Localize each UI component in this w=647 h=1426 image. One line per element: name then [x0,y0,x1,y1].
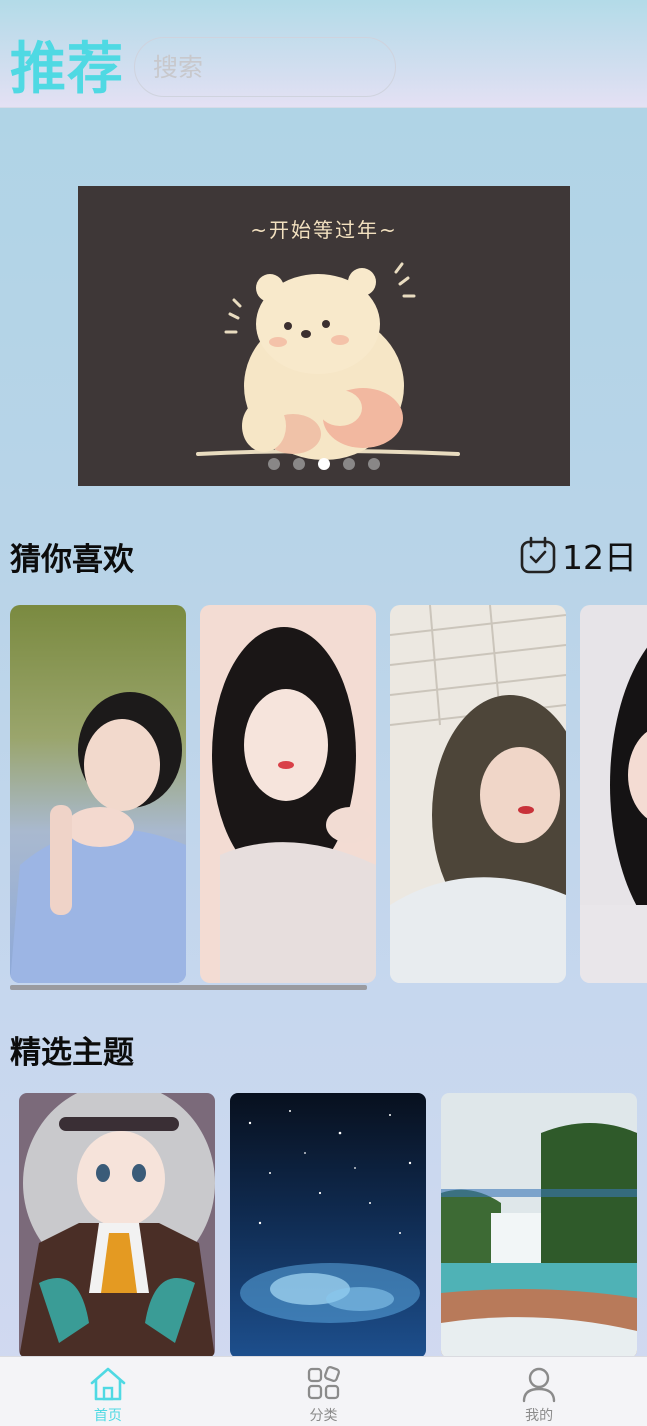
theme-card-anime[interactable] [19,1093,215,1358]
photo-image [580,605,647,983]
search-box[interactable] [134,37,396,97]
banner-carousel[interactable]: ~开始等过年~ [78,186,570,486]
tab-label-home: 首页 [93,1408,122,1424]
photo-image [10,605,186,983]
carousel-dot-3[interactable] [318,458,330,470]
carousel-dot-1[interactable] [268,458,280,470]
carousel-indicator [78,458,570,470]
photo-card[interactable] [390,605,566,983]
carousel-dot-4[interactable] [343,458,355,470]
theme-card-starry-sky[interactable] [230,1093,426,1358]
tab-label-profile: 我的 [525,1408,554,1424]
theme-card-waterfall[interactable] [441,1093,637,1358]
section-title-themes: 精选主题 [10,1035,134,1071]
user-profile-icon [522,1367,556,1403]
category-grid-icon [307,1366,340,1400]
daily-date[interactable]: 12日 [520,534,637,577]
photo-image [390,605,566,983]
theme-image [230,1093,426,1358]
photo-card[interactable] [10,605,186,983]
top-header: 推荐 [0,0,647,108]
carousel-dot-5[interactable] [368,458,380,470]
theme-image [441,1093,637,1358]
tab-label-category: 分类 [309,1408,338,1424]
calendar-check-icon [520,536,556,574]
home-icon [90,1367,126,1401]
tab-category[interactable]: 分类 [216,1357,432,1426]
date-text: 12日 [562,538,637,577]
guess-carousel[interactable] [10,604,647,984]
bottom-tab-bar: 首页 分类 我的 [0,1356,647,1426]
search-input[interactable] [153,38,378,96]
photo-card[interactable] [580,605,647,983]
section-title-guess: 猜你喜欢 [10,542,134,578]
carousel-dot-2[interactable] [293,458,305,470]
tab-home[interactable]: 首页 [0,1357,216,1426]
horizontal-scrollbar[interactable] [10,985,367,990]
photo-image [200,605,376,983]
photo-card[interactable] [200,605,376,983]
theme-image [19,1093,215,1358]
tab-profile[interactable]: 我的 [431,1357,647,1426]
page-title: 推荐 [10,37,124,102]
banner-caption: ~开始等过年~ [250,218,398,242]
theme-carousel[interactable] [19,1093,647,1358]
